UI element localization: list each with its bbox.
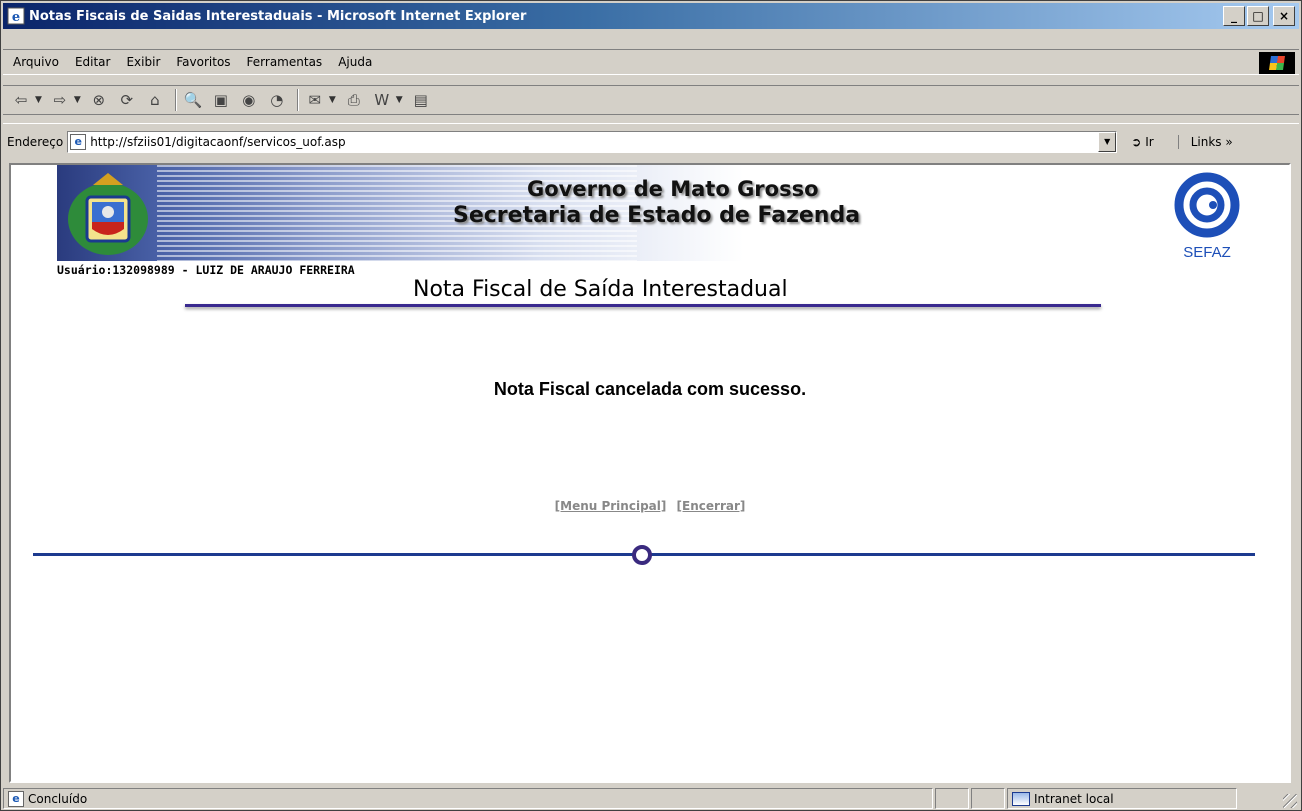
- mail-icon[interactable]: ✉: [303, 88, 327, 112]
- status-cell: [971, 788, 1005, 809]
- address-label: Endereço: [7, 134, 64, 149]
- browser-window: e Notas Fiscais de Saidas Interestaduais…: [0, 0, 1302, 811]
- back-dropdown-icon[interactable]: ▼: [35, 95, 42, 105]
- banner-title-line2: Secretaria de Estado de Fazenda: [453, 203, 861, 228]
- security-zone[interactable]: Intranet local: [1007, 788, 1237, 809]
- encerrar-link[interactable]: [Encerrar]: [677, 499, 746, 513]
- window-title: Notas Fiscais de Saidas Interestaduais -…: [29, 8, 527, 24]
- toolbar: ⇦ ▼ ⇨ ▼ ⊗ ⟳ ⌂ 🔍 ▣ ◉ ◔ ✉ ▼ ⎙ W ▼ ▤: [3, 85, 1299, 115]
- toolbar-separator: [296, 89, 299, 111]
- status-cell: [935, 788, 969, 809]
- history-icon[interactable]: ◔: [265, 88, 289, 112]
- minimize-button[interactable]: _: [1223, 6, 1245, 26]
- go-button[interactable]: ➲ Ir: [1131, 135, 1154, 149]
- stop-icon[interactable]: ⊗: [87, 88, 111, 112]
- go-arrow-icon: ➲: [1131, 134, 1142, 149]
- toolbar-separator: [174, 89, 177, 111]
- menu-editar[interactable]: Editar: [67, 55, 119, 69]
- menu-exibir[interactable]: Exibir: [118, 55, 168, 69]
- page-title: Nota Fiscal de Saída Interestadual: [413, 277, 788, 302]
- zone-label: Intranet local: [1034, 791, 1114, 806]
- status-bar: e Concluído Intranet local: [3, 787, 1299, 810]
- status-text: Concluído: [28, 791, 88, 806]
- title-bar[interactable]: e Notas Fiscais de Saidas Interestaduais…: [3, 3, 1299, 29]
- windows-logo-icon: [1259, 52, 1295, 74]
- mail-dropdown-icon[interactable]: ▼: [329, 95, 336, 105]
- page-content: Governo de Mato Grosso Secretaria de Est…: [9, 163, 1291, 783]
- refresh-icon[interactable]: ⟳: [115, 88, 139, 112]
- ie-icon: e: [7, 7, 25, 25]
- divider-ring-icon: [632, 545, 652, 565]
- menu-ferramentas[interactable]: Ferramentas: [239, 55, 331, 69]
- print-icon[interactable]: ⎙: [342, 88, 366, 112]
- status-main: e Concluído: [3, 788, 933, 809]
- sefaz-logo-text: SEFAZ: [1183, 244, 1231, 261]
- go-label: Ir: [1145, 134, 1154, 149]
- page-icon: e: [70, 133, 87, 150]
- maximize-button[interactable]: □: [1247, 6, 1269, 26]
- discuss-icon[interactable]: ▤: [409, 88, 433, 112]
- close-button[interactable]: ×: [1273, 6, 1295, 26]
- state-crest-icon: [68, 173, 148, 255]
- edit-dropdown-icon[interactable]: ▼: [396, 95, 403, 105]
- search-icon[interactable]: 🔍: [181, 88, 205, 112]
- title-divider: [185, 304, 1101, 307]
- favorites-icon[interactable]: ▣: [209, 88, 233, 112]
- intranet-icon: [1012, 791, 1030, 806]
- sefaz-logo: SEFAZ: [1174, 172, 1240, 261]
- address-input[interactable]: e http://sfziis01/digitacaonf/servicos_u…: [67, 130, 1118, 153]
- menu-bar: Arquivo Editar Exibir Favoritos Ferramen…: [3, 49, 1299, 75]
- forward-arrow-icon[interactable]: ⇨: [48, 88, 72, 112]
- back-arrow-icon[interactable]: ⇦: [9, 88, 33, 112]
- menu-arquivo[interactable]: Arquivo: [5, 55, 67, 69]
- svg-text:e: e: [12, 10, 20, 25]
- media-icon[interactable]: ◉: [237, 88, 261, 112]
- page-done-icon: e: [8, 790, 24, 807]
- forward-dropdown-icon[interactable]: ▼: [74, 95, 81, 105]
- success-message: Nota Fiscal cancelada com sucesso.: [493, 379, 807, 399]
- resize-grip-icon[interactable]: [1283, 794, 1297, 808]
- menu-favoritos[interactable]: Favoritos: [168, 55, 238, 69]
- address-dropdown-icon[interactable]: ▼: [1098, 131, 1117, 152]
- header-banner: Governo de Mato Grosso Secretaria de Est…: [57, 165, 937, 261]
- menu-ajuda[interactable]: Ajuda: [330, 55, 380, 69]
- edit-icon[interactable]: W: [370, 88, 394, 112]
- nav-links: [Menu Principal] [Encerrar]: [11, 499, 1289, 513]
- user-info: Usuário:132098989 - LUIZ DE ARAUJO FERRE…: [57, 263, 355, 277]
- banner-title-line1: Governo de Mato Grosso: [527, 177, 819, 201]
- address-bar: Endereço e http://sfziis01/digitacaonf/s…: [3, 123, 1299, 159]
- menu-principal-link[interactable]: [Menu Principal]: [555, 499, 667, 513]
- address-url[interactable]: http://sfziis01/digitacaonf/servicos_uof…: [90, 135, 345, 149]
- window-controls: _ □ ×: [1223, 6, 1295, 26]
- home-icon[interactable]: ⌂: [143, 88, 167, 112]
- links-button[interactable]: Links »: [1177, 134, 1233, 149]
